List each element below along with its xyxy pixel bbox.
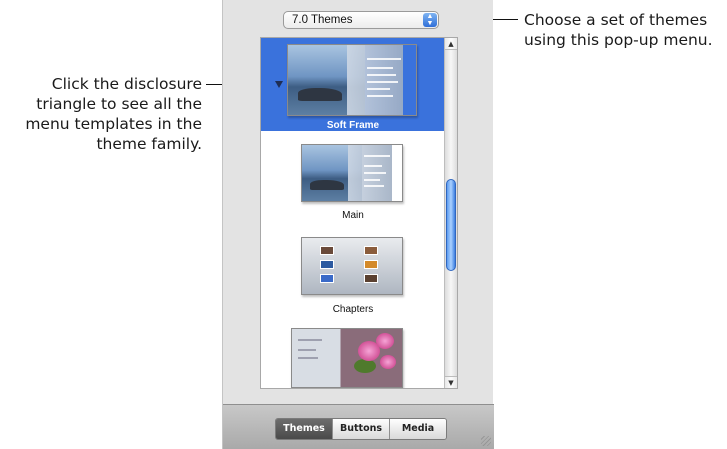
theme-label-main: Main xyxy=(342,210,364,221)
scroll-down-arrow-icon[interactable]: ▼ xyxy=(445,376,457,388)
theme-label-soft-frame: Soft Frame xyxy=(326,120,380,131)
pane-segmented-control: Themes Buttons Media xyxy=(275,418,447,440)
theme-list[interactable]: Soft Frame Main Chapters ▲ ▼ xyxy=(260,37,458,389)
scrollbar-thumb[interactable] xyxy=(446,179,456,271)
pane-switcher-bar: Themes Buttons Media xyxy=(223,404,494,449)
theme-item-main[interactable]: Main xyxy=(261,131,445,226)
themes-panel: 7.0 Themes ▲ ▼ Soft Frame Main Chapters … xyxy=(222,0,494,449)
theme-thumbnail-main xyxy=(301,144,403,202)
theme-item-chapters[interactable]: Chapters xyxy=(261,226,445,321)
tab-themes[interactable]: Themes xyxy=(276,419,333,439)
tab-buttons[interactable]: Buttons xyxy=(333,419,390,439)
theme-thumbnail-flower xyxy=(291,328,403,388)
theme-item-soft-frame[interactable]: Soft Frame xyxy=(261,38,445,131)
callout-line: using this pop-up menu. xyxy=(524,31,713,49)
callout-line: menu templates in the xyxy=(25,115,202,133)
theme-set-popup-menu[interactable]: 7.0 Themes ▲ ▼ xyxy=(283,11,439,29)
disclosure-triangle-icon[interactable] xyxy=(275,81,283,88)
up-down-arrows-icon: ▲ ▼ xyxy=(423,13,437,27)
theme-thumbnail-chapters xyxy=(301,237,403,295)
popup-callout: Choose a set of themes using this pop-up… xyxy=(524,10,727,50)
resize-grip-icon[interactable] xyxy=(481,436,491,446)
scroll-up-arrow-icon[interactable]: ▲ xyxy=(445,38,457,50)
tab-media[interactable]: Media xyxy=(390,419,446,439)
theme-label-chapters: Chapters xyxy=(332,304,374,315)
callout-line: triangle to see all the xyxy=(36,95,202,113)
callout-line: theme family. xyxy=(96,135,202,153)
theme-thumbnail-soft-frame xyxy=(287,44,417,116)
callout-line: Choose a set of themes xyxy=(524,11,708,29)
theme-item-flower[interactable] xyxy=(261,321,445,388)
popup-selected-value: 7.0 Themes xyxy=(292,14,353,26)
disclosure-callout: Click the disclosure triangle to see all… xyxy=(0,74,202,154)
callout-line: Click the disclosure xyxy=(51,75,202,93)
theme-list-scrollbar[interactable]: ▲ ▼ xyxy=(444,38,457,388)
